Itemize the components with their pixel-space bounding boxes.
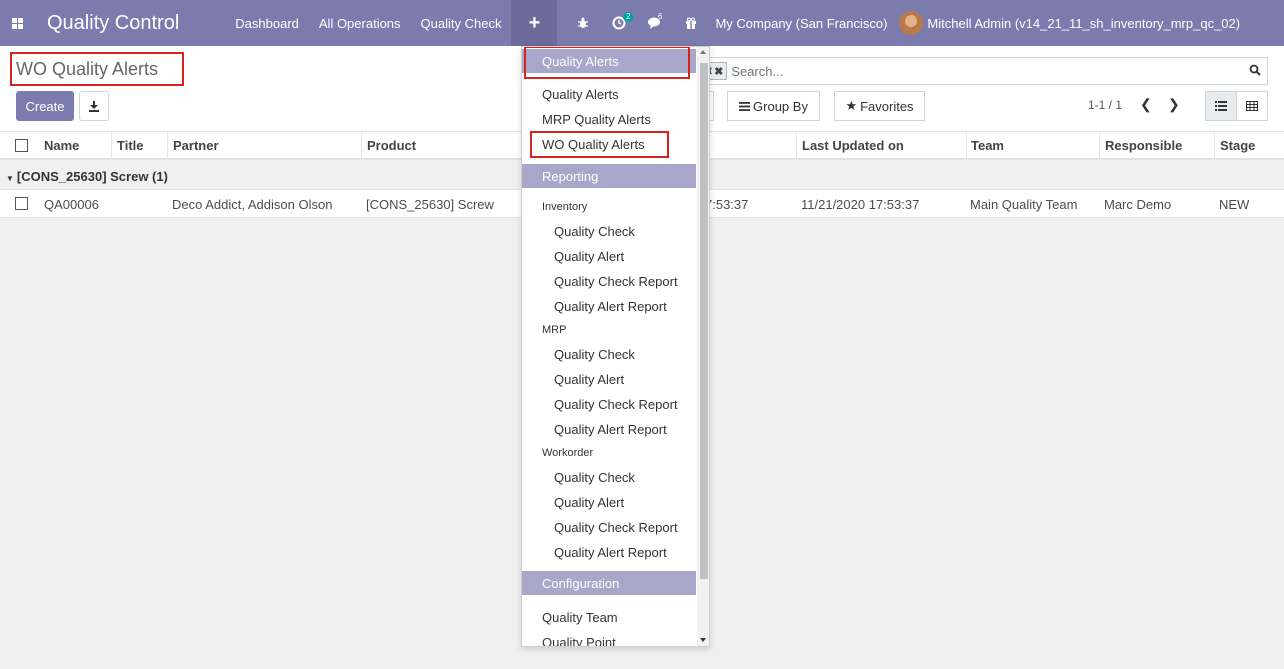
search-icon <box>1249 64 1261 76</box>
group-label: ▼ [CONS_25630] Screw (1) <box>6 169 168 184</box>
dropdown-item-mrp-alert-report[interactable]: Quality Alert Report <box>554 422 667 437</box>
dropdown-item-inventory-alert-report[interactable]: Quality Alert Report <box>554 299 667 314</box>
cell-responsible: Marc Demo <box>1104 197 1172 212</box>
dropdown-scrollbar[interactable] <box>697 47 709 646</box>
favorites-button[interactable]: ★ Favorites <box>834 91 925 121</box>
search-bar[interactable]: t ✖ <box>695 57 1268 85</box>
dropdown-item-workorder-quality-alert[interactable]: Quality Alert <box>554 495 624 510</box>
activity-clock-icon[interactable]: 2 <box>601 0 637 46</box>
header-title[interactable]: Title <box>117 138 144 153</box>
cell-team: Main Quality Team <box>970 197 1078 212</box>
cell-name: QA00006 <box>44 197 99 212</box>
messages-icon[interactable]: 6 <box>637 0 673 46</box>
highlight-box-section <box>524 47 690 79</box>
pager-next-icon[interactable]: ❯ <box>1168 96 1180 113</box>
cell-stage: NEW <box>1219 197 1250 212</box>
dropdown-item-mrp-quality-check[interactable]: Quality Check <box>554 347 635 362</box>
page-title: WO Quality Alerts <box>10 52 184 86</box>
menu-dashboard[interactable]: Dashboard <box>225 0 309 46</box>
pager-previous-icon[interactable]: ❮ <box>1140 96 1152 113</box>
table-icon <box>1246 101 1258 111</box>
dropdown-item-inventory-quality-alert[interactable]: Quality Alert <box>554 249 624 264</box>
cell-last-updated: 11/21/2020 17:53:37 <box>801 197 920 212</box>
menu-all-operations[interactable]: All Operations <box>309 0 411 46</box>
dropdown-section-configuration[interactable]: Configuration <box>522 571 696 595</box>
scroll-down-icon[interactable] <box>700 638 706 642</box>
pivot-view-button[interactable] <box>1236 91 1268 121</box>
scroll-up-icon[interactable] <box>700 50 706 54</box>
star-icon: ★ <box>845 98 858 113</box>
dropdown-item-inventory-check-report[interactable]: Quality Check Report <box>554 274 678 289</box>
download-icon <box>89 101 99 112</box>
group-by-button[interactable]: Group By <box>727 91 820 121</box>
dropdown-item-workorder-alert-report[interactable]: Quality Alert Report <box>554 545 667 560</box>
dropdown-group-workorder: Workorder <box>542 447 594 459</box>
top-navbar: Quality Control Dashboard All Operations… <box>0 0 1284 46</box>
dropdown-group-inventory: Inventory <box>542 201 588 213</box>
plus-dropdown-menu: Quality Alerts Quality Alerts MRP Qualit… <box>521 46 710 647</box>
create-button[interactable]: Create <box>16 91 74 121</box>
dropdown-group-mrp: MRP <box>542 324 567 336</box>
scroll-thumb[interactable] <box>700 63 708 579</box>
avatar <box>899 11 924 35</box>
header-stage[interactable]: Stage <box>1220 138 1255 153</box>
highlight-box-wo-item <box>530 131 669 158</box>
apps-menu-icon[interactable] <box>0 0 34 46</box>
list-view-button[interactable] <box>1205 91 1237 121</box>
messages-badge: 6 <box>658 12 663 21</box>
app-title[interactable]: Quality Control <box>47 12 179 35</box>
dropdown-item-mrp-quality-alert[interactable]: Quality Alert <box>554 372 624 387</box>
pager-value[interactable]: 1-1 / 1 <box>1088 98 1122 112</box>
export-button[interactable] <box>79 91 109 121</box>
header-team[interactable]: Team <box>971 138 1004 153</box>
caret-down-icon: ▼ <box>6 174 14 183</box>
row-checkbox[interactable] <box>15 197 28 210</box>
header-name[interactable]: Name <box>44 138 79 153</box>
dropdown-item-workorder-check-report[interactable]: Quality Check Report <box>554 520 678 535</box>
cell-product: [CONS_25630] Screw <box>366 197 494 212</box>
select-all-checkbox[interactable] <box>15 139 28 152</box>
header-last-updated[interactable]: Last Updated on <box>802 138 904 153</box>
dropdown-item-quality-team[interactable]: Quality Team <box>542 610 618 625</box>
dropdown-item-mrp-check-report[interactable]: Quality Check Report <box>554 397 678 412</box>
plus-menu-button[interactable]: + <box>511 0 558 46</box>
dropdown-section-reporting[interactable]: Reporting <box>522 164 696 188</box>
dropdown-item-workorder-quality-check[interactable]: Quality Check <box>554 470 635 485</box>
user-menu[interactable]: Mitchell Admin (v14_21_11_sh_inventory_m… <box>899 11 1240 35</box>
user-name: Mitchell Admin (v14_21_11_sh_inventory_m… <box>927 15 1241 31</box>
header-product[interactable]: Product <box>367 138 416 153</box>
company-switcher[interactable]: My Company (San Francisco) <box>709 16 899 31</box>
bug-icon[interactable] <box>565 0 601 46</box>
cell-partner: Deco Addict, Addison Olson <box>172 197 333 212</box>
list-icon <box>1215 101 1227 111</box>
header-responsible[interactable]: Responsible <box>1105 138 1182 153</box>
dropdown-item-inventory-quality-check[interactable]: Quality Check <box>554 224 635 239</box>
dropdown-item-quality-point[interactable]: Quality Point <box>542 635 616 646</box>
search-input[interactable] <box>731 63 1182 79</box>
dropdown-item-quality-alerts[interactable]: Quality Alerts <box>542 87 619 102</box>
cell-date-fragment: 7:53:37 <box>705 197 749 212</box>
remove-facet-icon[interactable]: ✖ <box>714 65 723 78</box>
activity-badge: 2 <box>623 12 634 22</box>
header-partner[interactable]: Partner <box>173 138 219 153</box>
menu-quality-check[interactable]: Quality Check <box>411 0 512 46</box>
dropdown-item-mrp-quality-alerts[interactable]: MRP Quality Alerts <box>542 112 651 127</box>
bars-icon <box>739 101 751 111</box>
gift-icon[interactable] <box>673 0 709 46</box>
